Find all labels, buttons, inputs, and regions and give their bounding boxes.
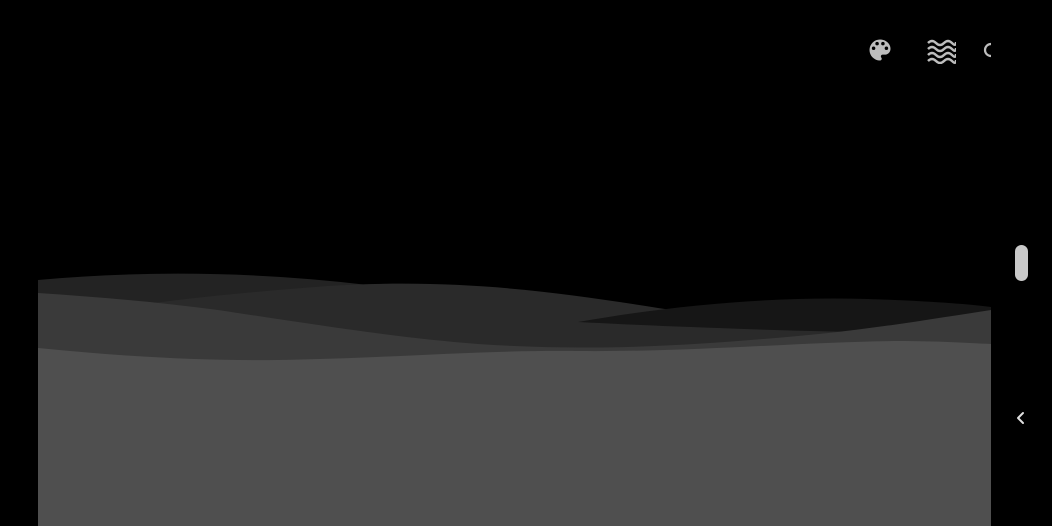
top-toolbar bbox=[858, 34, 998, 66]
waves-button[interactable] bbox=[925, 34, 957, 66]
wave-svg bbox=[38, 273, 991, 526]
palette-button[interactable] bbox=[864, 34, 896, 66]
waves-icon bbox=[927, 39, 956, 64]
collapse-panel-button[interactable] bbox=[1010, 406, 1032, 430]
wave-canvas bbox=[38, 0, 991, 526]
chevron-left-icon bbox=[1017, 412, 1024, 424]
palette-icon bbox=[869, 39, 891, 61]
scroll-thumb[interactable] bbox=[1015, 245, 1028, 281]
app-window bbox=[0, 0, 1052, 526]
wave-layer-5 bbox=[38, 341, 991, 526]
